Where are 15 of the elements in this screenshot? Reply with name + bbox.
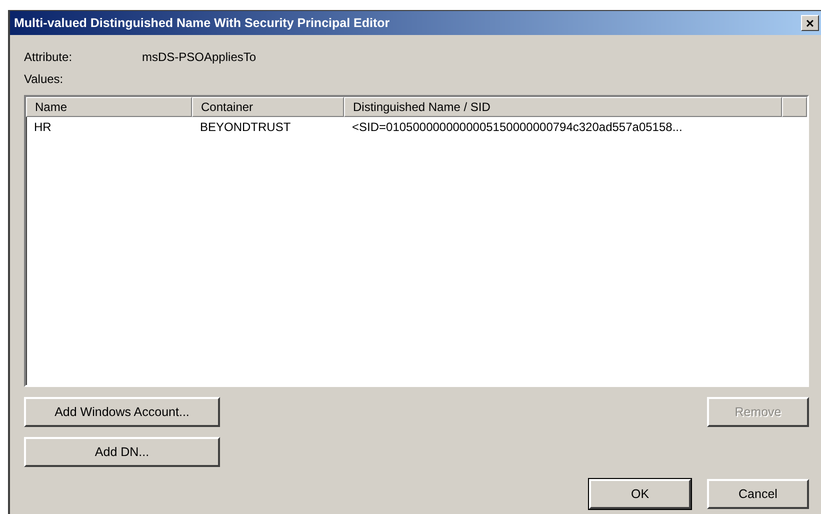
close-button[interactable]: × [801, 15, 819, 31]
attribute-label: Attribute: [24, 50, 74, 64]
attribute-value: msDS-PSOAppliesTo [142, 50, 256, 64]
column-header[interactable]: Distinguished Name / SID [344, 97, 782, 117]
column-header[interactable]: Container [192, 97, 344, 117]
values-label: Values: [24, 72, 64, 86]
add-windows-account-button[interactable]: Add Windows Account... [24, 397, 220, 427]
column-header[interactable]: Name [26, 97, 192, 117]
add-dn-button[interactable]: Add DN... [24, 437, 220, 467]
cancel-button[interactable]: Cancel [707, 479, 809, 509]
table-cell: <SID=0105000000000005150000000794c320ad557a05158... [352, 120, 682, 134]
ok-button[interactable]: OK [589, 479, 691, 509]
table-cell: BEYONDTRUST [200, 120, 291, 134]
window-title: Multi-valued Distinguished Name With Security Principal Editor [14, 16, 390, 30]
table-cell: HR [34, 120, 52, 134]
